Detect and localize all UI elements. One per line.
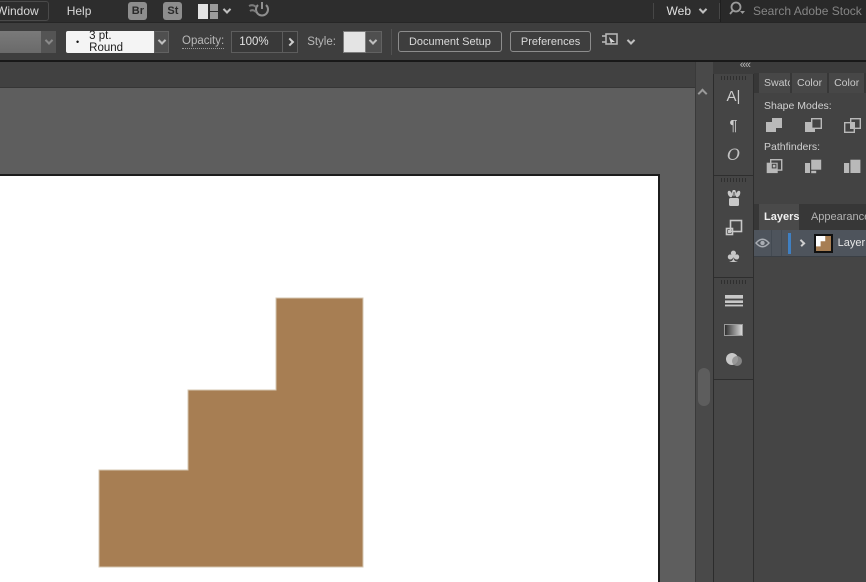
tab-color-guide[interactable]: Color — [829, 73, 864, 93]
panel-tab-bar: Layers Appearance — [754, 204, 866, 230]
workspace-select[interactable]: Web — [654, 4, 719, 18]
scrollbar-thumb[interactable] — [698, 368, 710, 406]
drag-grip[interactable] — [714, 74, 753, 82]
chevron-down-icon — [223, 5, 231, 13]
preferences-button[interactable]: Preferences — [510, 31, 591, 52]
canvas[interactable] — [0, 62, 695, 582]
pathfinders-label: Pathfinders: — [764, 141, 866, 153]
menu-help[interactable]: Help — [58, 2, 101, 20]
chevron-down-icon — [41, 31, 56, 53]
search-placeholder: Search Adobe Stock — [753, 4, 862, 18]
style-swatch-preview[interactable] — [343, 31, 366, 53]
scroll-up-arrow[interactable] — [699, 90, 706, 97]
pathfinder-panel-body: Shape Modes: — [754, 93, 866, 174]
layer-thumbnail[interactable] — [814, 234, 833, 253]
brushes-panel-icon[interactable] — [714, 184, 753, 213]
unite-icon[interactable] — [766, 118, 783, 133]
pathfinder-panel-group: Swatches Color Color Shape Modes: — [754, 73, 866, 204]
main-area: «« A| ¶ O — [0, 62, 866, 582]
pathfinder-panel-icon[interactable] — [714, 213, 753, 242]
search-input[interactable]: Search Adobe Stock — [720, 0, 866, 22]
panel-tab-bar: Swatches Color Color — [754, 73, 866, 93]
artboard-options-icon — [601, 30, 621, 53]
panel-icon-strip: A| ¶ O — [714, 74, 754, 582]
divider — [391, 29, 392, 55]
workspace-layout-dropdown[interactable] — [198, 4, 230, 19]
shape-modes-label: Shape Modes: — [764, 100, 866, 112]
trim-icon[interactable] — [805, 159, 822, 174]
workspace-layout-icon — [198, 4, 218, 19]
menu-window[interactable]: Window — [0, 1, 49, 21]
collapse-panels-icon[interactable]: «« — [740, 59, 750, 71]
artboard-options-dropdown[interactable] — [601, 30, 634, 53]
layer-expand-chevron[interactable] — [797, 239, 805, 247]
intersect-icon[interactable] — [844, 118, 861, 133]
bridge-icon[interactable]: Br — [128, 2, 147, 20]
workspace-select-label: Web — [667, 4, 691, 18]
power-sync-icon[interactable] — [248, 0, 270, 23]
search-icon — [729, 1, 747, 22]
character-panel-icon[interactable]: A| — [714, 82, 753, 111]
chevron-down-icon — [627, 36, 635, 44]
minus-front-icon[interactable] — [805, 118, 822, 133]
stock-icon[interactable]: St — [163, 2, 182, 20]
merge-icon[interactable] — [844, 159, 861, 174]
layer-name[interactable]: Layer 1 — [838, 237, 866, 249]
tab-swatches[interactable]: Swatches — [759, 73, 790, 93]
tab-color[interactable]: Color — [792, 73, 827, 93]
document-setup-button[interactable]: Document Setup — [398, 31, 502, 52]
chevron-down-icon — [154, 31, 169, 53]
staircase-shape[interactable] — [0, 62, 695, 582]
drag-grip[interactable] — [714, 176, 753, 184]
opacity-link[interactable]: Opacity: — [182, 35, 224, 49]
swatch-preview — [0, 31, 41, 53]
layer-selection-indicator — [788, 233, 790, 254]
gradient-panel-icon[interactable] — [714, 315, 753, 344]
opentype-panel-icon[interactable]: O — [714, 140, 753, 169]
stroke-panel-icon[interactable] — [714, 286, 753, 315]
stroke-color-dropdown[interactable] — [0, 31, 56, 53]
opacity-stepper[interactable] — [282, 31, 298, 53]
tab-appearance[interactable]: Appearance — [806, 204, 866, 230]
menubar: Window Help Br St Web — [0, 0, 866, 22]
lock-toggle[interactable] — [772, 230, 782, 256]
eye-icon — [755, 238, 770, 248]
symbols-panel-icon[interactable]: ♣ — [714, 242, 753, 271]
drag-grip[interactable] — [714, 278, 753, 286]
layer-row[interactable]: Layer 1 — [754, 230, 866, 257]
divide-icon[interactable] — [766, 159, 783, 174]
style-dropdown[interactable] — [366, 31, 382, 53]
transparency-panel-icon[interactable] — [714, 344, 753, 373]
brush-definition-value: 3 pt. Round — [89, 30, 142, 54]
style-label: Style: — [307, 36, 336, 48]
vertical-scrollbar[interactable] — [695, 62, 713, 582]
tab-layers[interactable]: Layers — [759, 204, 799, 230]
opacity-input[interactable]: 100% — [231, 31, 282, 53]
visibility-toggle[interactable] — [754, 230, 772, 256]
control-bar: • 3 pt. Round Opacity: 100% Style: Docum… — [0, 22, 866, 62]
layers-panel-group: Layers Appearance Layer 1 — [754, 204, 866, 582]
brush-dot-icon: • — [76, 37, 79, 47]
brush-definition-dropdown[interactable]: • 3 pt. Round — [66, 31, 169, 53]
paragraph-panel-icon[interactable]: ¶ — [714, 111, 753, 140]
chevron-down-icon — [699, 5, 707, 13]
